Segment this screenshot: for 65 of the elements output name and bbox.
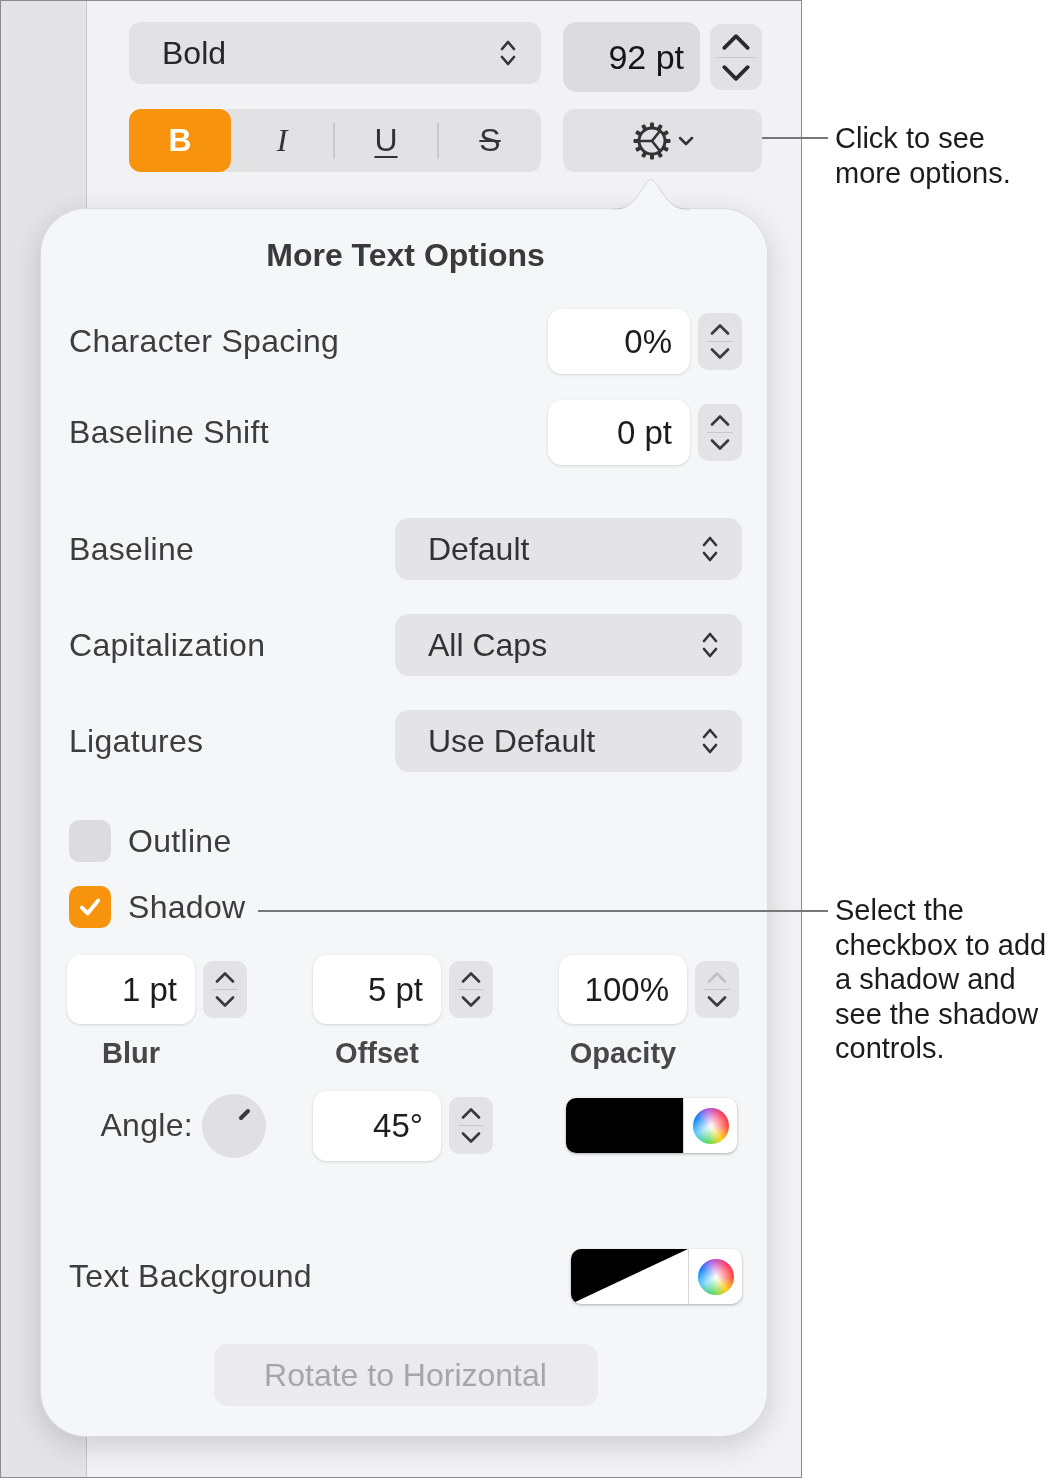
color-well[interactable] [571, 1249, 742, 1304]
chevron-up-icon[interactable] [710, 415, 730, 426]
font-size-stepper[interactable] [710, 24, 762, 90]
color-wheel-icon[interactable] [697, 1258, 734, 1295]
checkbox[interactable] [69, 886, 111, 928]
callout-text: Select the checkbox to add a shadow and see the shadow controls. [835, 893, 1048, 1066]
field-label: Capitalization [69, 626, 267, 664]
up-down-chevron-icon [499, 38, 517, 68]
chevron-down-icon[interactable] [461, 1132, 481, 1143]
chevron-up-icon[interactable] [710, 324, 730, 335]
color-swatch-icon [566, 1098, 683, 1153]
stepper[interactable] [449, 961, 493, 1018]
chevron-down-icon[interactable] [710, 348, 730, 359]
chevron-down-icon[interactable] [707, 996, 727, 1007]
chevron-down-icon[interactable] [461, 996, 481, 1007]
number-field[interactable]: 0% [548, 309, 690, 374]
field-label: Baseline Shift [69, 414, 270, 451]
stepper[interactable] [449, 1097, 493, 1154]
chevron-up-icon[interactable] [721, 33, 751, 50]
up-down-chevron-icon [701, 630, 719, 660]
number-field[interactable]: 100% [559, 955, 687, 1024]
checkbox[interactable] [69, 820, 111, 862]
color-wheel-icon[interactable] [692, 1107, 729, 1144]
color-well[interactable] [566, 1098, 737, 1153]
popup-menu[interactable]: Use Default [395, 710, 742, 772]
stepper[interactable] [698, 404, 742, 461]
underline-button[interactable]: U [335, 109, 437, 172]
italic-button[interactable]: I [231, 109, 333, 172]
field-label: Text Background [69, 1258, 313, 1295]
field-caption: Offset [334, 1036, 420, 1070]
font-style-dropdown[interactable]: Bold [129, 22, 541, 84]
chevron-up-icon[interactable] [461, 1108, 481, 1119]
popup-menu[interactable]: All Caps [395, 614, 742, 676]
field-label: Baseline [69, 530, 196, 568]
checkbox-label: Shadow [128, 888, 246, 926]
number-field[interactable]: 5 pt [313, 955, 441, 1024]
text-options-button[interactable] [563, 109, 762, 172]
popover-title: More Text Options [265, 236, 546, 275]
stepper[interactable] [203, 961, 247, 1018]
chevron-down-icon[interactable] [710, 439, 730, 450]
up-down-chevron-icon [701, 726, 719, 756]
field-caption: Opacity [568, 1036, 678, 1070]
popup-menu[interactable]: Default [395, 518, 742, 580]
chevron-down-icon[interactable] [215, 996, 235, 1007]
strikethrough-button[interactable]: S [439, 109, 541, 172]
field-label: Ligatures [69, 722, 205, 760]
field-label: Angle: [99, 1107, 193, 1144]
field-caption: Blur [101, 1036, 161, 1070]
field-label: Character Spacing [69, 323, 341, 360]
up-down-chevron-icon [701, 534, 719, 564]
chevron-up-icon[interactable] [215, 972, 235, 983]
chevron-up-icon[interactable] [461, 972, 481, 983]
chevron-down-icon[interactable] [721, 64, 751, 81]
number-field[interactable]: 45° [313, 1090, 441, 1161]
leader-line [762, 137, 828, 139]
gear-icon [631, 120, 672, 161]
color-swatch-icon [571, 1249, 688, 1304]
stepper[interactable] [695, 961, 739, 1018]
chevron-down-icon [677, 135, 694, 146]
number-field[interactable]: 0 pt [548, 400, 690, 465]
stepper[interactable] [698, 313, 742, 370]
font-size-field[interactable]: 92 pt [563, 22, 700, 92]
number-field[interactable]: 1 pt [67, 955, 195, 1024]
callout-text: Click to see more options. [835, 121, 1012, 190]
checkbox-label: Outline [128, 822, 232, 860]
